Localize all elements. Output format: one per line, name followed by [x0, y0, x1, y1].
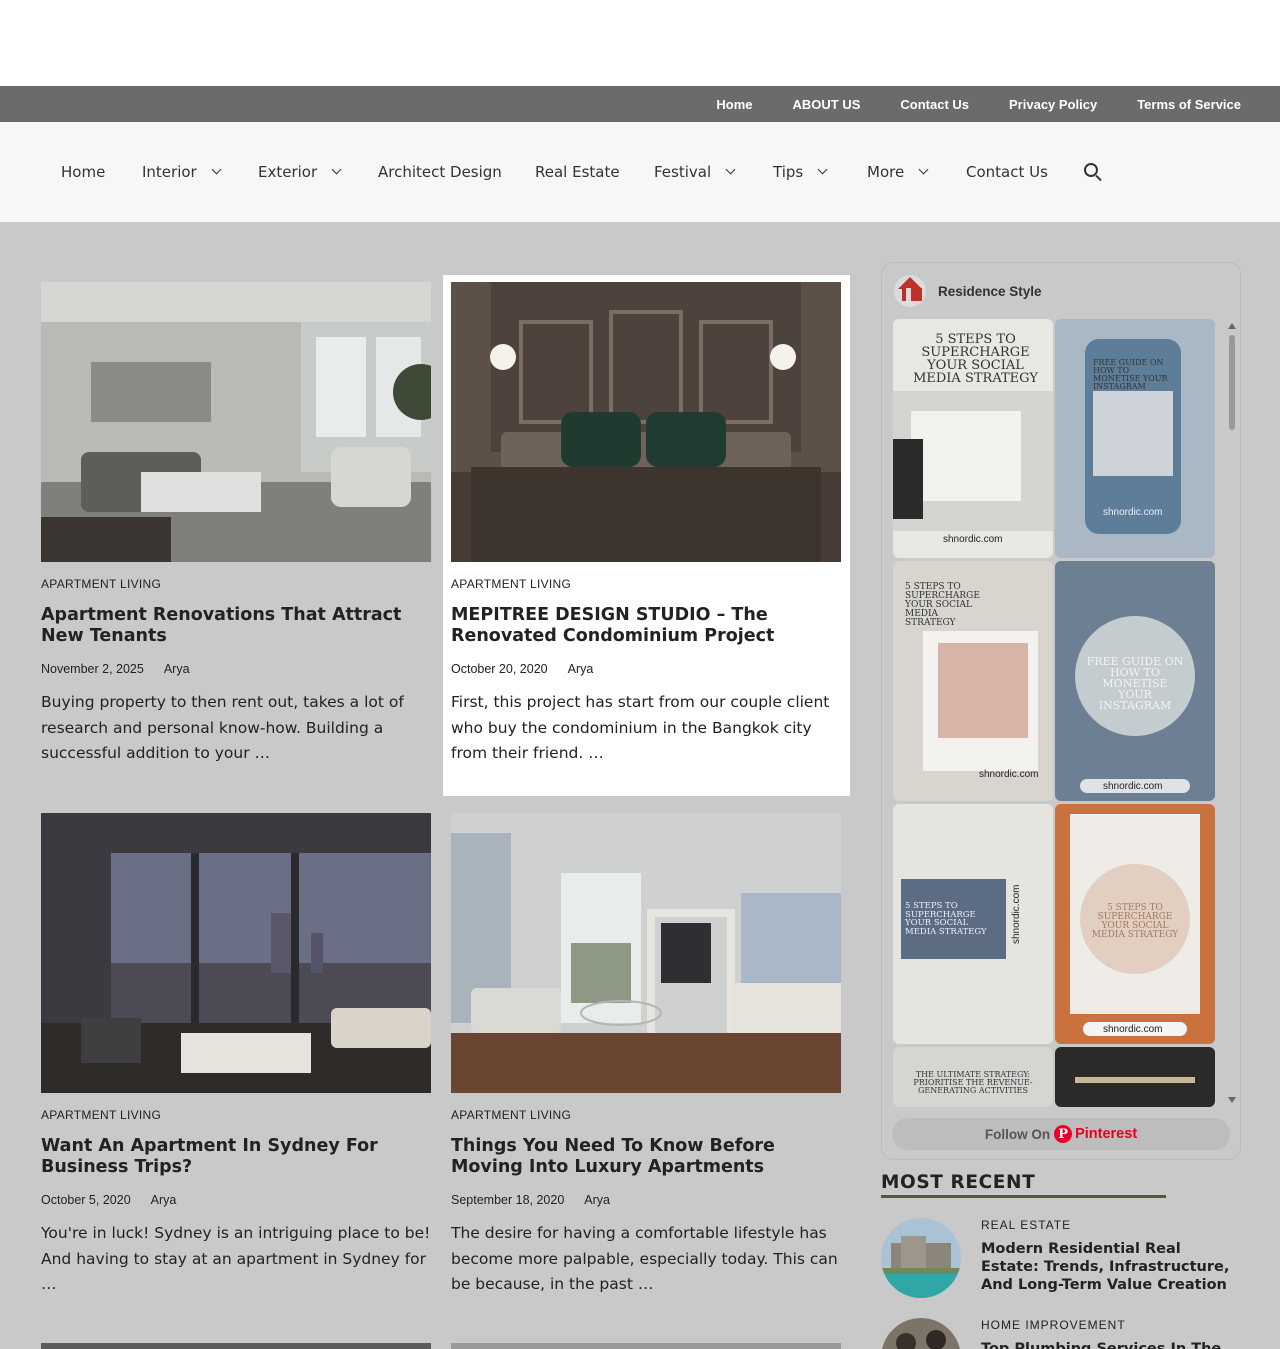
pin-tile[interactable]: 5 STEPS TO SUPERCHARGE YOUR SOCIAL MEDIA…	[893, 804, 1053, 1044]
chevron-down-icon	[211, 164, 222, 175]
post-card: APARTMENT LIVING Want An Apartment In Sy…	[41, 813, 448, 1313]
recent-post: REAL ESTATE Modern Residential Real Esta…	[881, 1218, 1241, 1308]
post-body: APARTMENT LIVING Apartment Renovations T…	[41, 577, 431, 767]
recent-post-category[interactable]: REAL ESTATE	[981, 1218, 1071, 1232]
post-meta: October 20, 2020 Arya	[451, 662, 841, 676]
post-author[interactable]: Arya	[151, 1193, 177, 1207]
house-icon	[894, 275, 926, 307]
pin-tile[interactable]: 5 STEPS TO SUPERCHARGE YOUR SOCIAL MEDIA…	[893, 319, 1053, 558]
follow-on-pinterest-button[interactable]: Follow On P Pinterest	[892, 1118, 1230, 1150]
recent-post: HOME IMPROVEMENT Top Plumbing Services I…	[881, 1318, 1241, 1349]
post-author[interactable]: Arya	[164, 662, 190, 676]
post-category[interactable]: APARTMENT LIVING	[41, 1108, 431, 1122]
post-author[interactable]: Arya	[584, 1193, 610, 1207]
post-card: APARTMENT LIVING Things You Need To Know…	[451, 813, 858, 1313]
top-menu: Home ABOUT US Contact Us Privacy Policy …	[0, 86, 1280, 122]
post-title[interactable]: Apartment Renovations That Attract New T…	[41, 605, 431, 647]
post-date[interactable]: October 5, 2020	[41, 1193, 131, 1207]
nav-exterior[interactable]: Exterior	[258, 122, 342, 222]
pin-tile[interactable]: 5 STEPS TO SUPERCHARGE YOUR SOCIAL MEDIA…	[893, 561, 1053, 801]
nav-interior[interactable]: Interior	[142, 122, 222, 222]
pinterest-widget: Residence Style 5 STEPS TO SUPERCHARGE Y…	[881, 262, 1241, 1160]
post-excerpt: You're in luck! Sydney is an intriguing …	[41, 1224, 431, 1293]
top-menu-home[interactable]: Home	[716, 97, 752, 112]
post-thumbnail[interactable]	[451, 1343, 841, 1349]
top-menu-about-us[interactable]: ABOUT US	[793, 97, 861, 112]
board-name: Residence Style	[938, 283, 1042, 299]
most-recent-heading: MOST RECENT	[881, 1172, 1036, 1193]
search-icon[interactable]	[1084, 163, 1098, 177]
pin-tile[interactable]: FREE GUIDE ON HOW TO MONETISE YOUR INSTA…	[1055, 561, 1215, 801]
scroll-thumb[interactable]	[1229, 335, 1235, 430]
post-thumbnail[interactable]	[41, 1343, 431, 1349]
top-menu-contact-us[interactable]: Contact Us	[900, 97, 969, 112]
chevron-down-icon	[918, 164, 929, 175]
post-thumbnail[interactable]	[451, 282, 841, 562]
pin-tile[interactable]: FREE GUIDE ON HOW TO MONETISE YOUR INSTA…	[1055, 319, 1215, 558]
post-meta: November 2, 2025 Arya	[41, 662, 431, 676]
recent-post-thumbnail[interactable]	[881, 1218, 961, 1298]
post-excerpt: First, this project has start from our c…	[451, 693, 830, 762]
post-body: APARTMENT LIVING MEPITREE DESIGN STUDIO …	[451, 577, 841, 767]
post-category[interactable]: APARTMENT LIVING	[451, 1108, 841, 1122]
post-meta: October 5, 2020 Arya	[41, 1193, 431, 1207]
top-menu-privacy-policy[interactable]: Privacy Policy	[1009, 97, 1097, 112]
post-title[interactable]: Want An Apartment In Sydney For Business…	[41, 1136, 431, 1178]
nav-festival[interactable]: Festival	[654, 122, 736, 222]
recent-post-category[interactable]: HOME IMPROVEMENT	[981, 1318, 1126, 1332]
post-card: APARTMENT LIVING MEPITREE DESIGN STUDIO …	[443, 275, 850, 796]
post-category[interactable]: APARTMENT LIVING	[451, 577, 841, 591]
post-meta: September 18, 2020 Arya	[451, 1193, 841, 1207]
post-thumbnail[interactable]	[41, 282, 431, 562]
post-date[interactable]: September 18, 2020	[451, 1193, 564, 1207]
post-excerpt: The desire for having a comfortable life…	[451, 1224, 838, 1293]
post-thumbnail[interactable]	[451, 813, 841, 1093]
pinterest-board-header[interactable]: Residence Style	[894, 275, 1042, 307]
post-card: APARTMENT LIVING Apartment Renovations T…	[41, 282, 448, 782]
nav-real-estate[interactable]: Real Estate	[535, 122, 620, 222]
post-excerpt: Buying property to then rent out, takes …	[41, 693, 404, 762]
recent-post-title[interactable]: Top Plumbing Services In The USA	[981, 1340, 1231, 1349]
recent-post-thumbnail[interactable]	[881, 1318, 961, 1349]
nav-home[interactable]: Home	[61, 122, 105, 222]
nav-more[interactable]: More	[867, 122, 929, 222]
post-category[interactable]: APARTMENT LIVING	[41, 577, 431, 591]
chevron-down-icon	[817, 164, 828, 175]
recent-post-title[interactable]: Modern Residential Real Estate: Trends, …	[981, 1240, 1231, 1294]
post-date[interactable]: November 2, 2025	[41, 662, 144, 676]
post-thumbnail[interactable]	[41, 813, 431, 1093]
post-body: APARTMENT LIVING Want An Apartment In Sy…	[41, 1108, 431, 1298]
pinterest-logo-icon: P	[1054, 1125, 1073, 1143]
post-date[interactable]: October 20, 2020	[451, 662, 548, 676]
header-banner	[0, 0, 1280, 86]
chevron-down-icon	[725, 164, 736, 175]
nav-tips[interactable]: Tips	[773, 122, 828, 222]
post-title[interactable]: Things You Need To Know Before Moving In…	[451, 1136, 841, 1178]
nav-architect-design[interactable]: Architect Design	[378, 122, 502, 222]
pin-tile[interactable]: 5 STEPS TO SUPERCHARGE YOUR SOCIAL MEDIA…	[1055, 804, 1215, 1044]
widget-scrollbar[interactable]	[1226, 323, 1238, 1103]
scroll-down-icon[interactable]	[1228, 1097, 1236, 1103]
post-title[interactable]: MEPITREE DESIGN STUDIO – The Renovated C…	[451, 605, 841, 647]
pin-tile[interactable]	[1055, 1047, 1215, 1107]
heading-underline	[881, 1195, 1166, 1198]
chevron-down-icon	[331, 164, 342, 175]
nav-contact-us[interactable]: Contact Us	[966, 122, 1048, 222]
pin-tile[interactable]: THE ULTIMATE STRATEGY: PRIORITISE THE RE…	[893, 1047, 1053, 1107]
top-menu-terms-of-service[interactable]: Terms of Service	[1137, 97, 1241, 112]
post-author[interactable]: Arya	[568, 662, 594, 676]
post-body: APARTMENT LIVING Things You Need To Know…	[451, 1108, 841, 1298]
scroll-up-icon[interactable]	[1228, 323, 1236, 329]
